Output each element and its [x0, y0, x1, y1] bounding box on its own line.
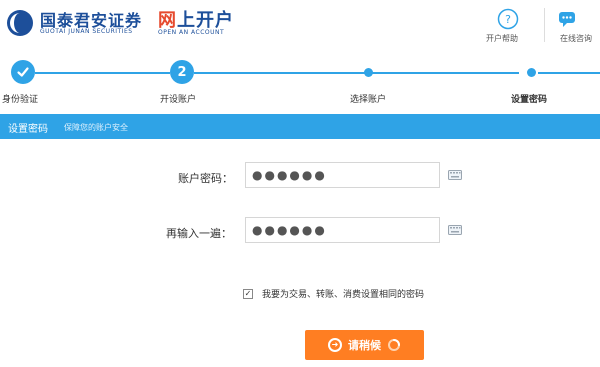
keyboard-icon[interactable]: [448, 225, 462, 235]
brand-name-en: GUOTAI JUNAN SECURITIES: [40, 28, 133, 35]
submit-button[interactable]: ➜ 请稍候: [305, 330, 424, 360]
step-2-label: 开设账户: [160, 95, 197, 105]
password-input[interactable]: [245, 162, 440, 188]
step-4-label: 设置密码: [511, 95, 548, 105]
step-1-check-icon: [11, 60, 35, 84]
keyboard-icon[interactable]: [448, 170, 462, 180]
same-password-checkbox[interactable]: ✓: [243, 289, 253, 299]
confirm-password-label: 再输入一遍：: [166, 227, 232, 240]
step-3-dot: [364, 68, 373, 77]
step-2-indicator: 2: [170, 60, 194, 84]
chat-icon[interactable]: [558, 10, 576, 28]
step-connector: [538, 72, 600, 74]
confirm-password-input[interactable]: [245, 217, 440, 243]
same-password-checkbox-label[interactable]: 我要为交易、转账、消费设置相同的密码: [262, 287, 424, 300]
submit-button-label: 请稍候: [348, 339, 381, 352]
section-subtitle: 保障您的账户安全: [64, 123, 128, 132]
svg-text:?: ?: [505, 13, 511, 26]
password-label: 账户密码：: [178, 172, 233, 185]
help-link[interactable]: 开户帮助: [486, 33, 518, 44]
step-3-label: 选择账户: [350, 95, 387, 105]
step-1-label: 身份验证: [2, 95, 39, 105]
help-icon[interactable]: ?: [497, 8, 519, 30]
section-title: 设置密码: [8, 124, 48, 135]
arrow-right-icon: ➜: [328, 338, 342, 352]
step-connector: [35, 72, 170, 74]
header-divider: [544, 8, 545, 42]
loading-spinner-icon: [388, 339, 400, 351]
company-logo-icon: [7, 10, 33, 36]
step-connector: [194, 72, 519, 74]
open-account-subtitle: OPEN AN ACCOUNT: [158, 29, 225, 36]
online-consult-link[interactable]: 在线咨询: [560, 33, 592, 44]
step-4-dot: [527, 68, 536, 77]
